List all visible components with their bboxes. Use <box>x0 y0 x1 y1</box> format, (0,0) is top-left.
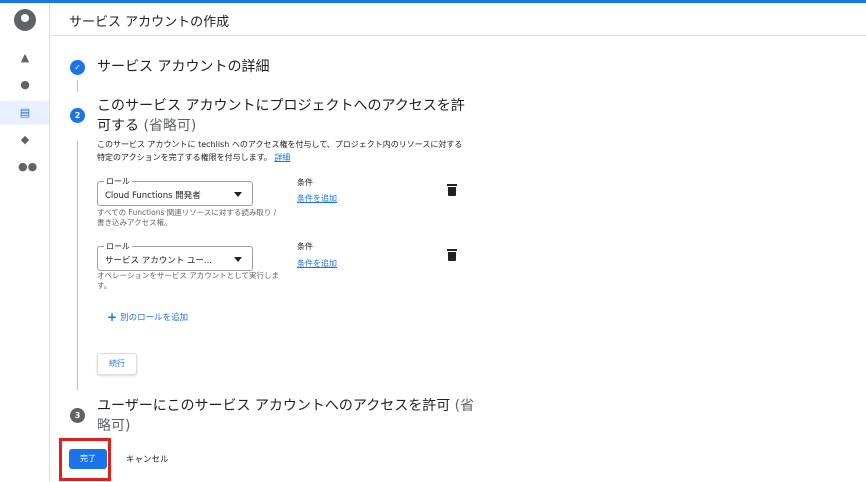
cloud-logo-icon[interactable] <box>14 9 36 31</box>
step-connector <box>77 141 78 390</box>
step-3-number: 3 <box>70 408 85 423</box>
page-title: サービス アカウントの作成 <box>69 15 230 30</box>
condition-label: 条件 <box>297 178 313 187</box>
role-select-2[interactable]: ロール サービス アカウント ユー... <box>97 241 253 271</box>
dropdown-arrow-icon <box>234 257 242 262</box>
details-link[interactable]: 詳細 <box>274 153 290 162</box>
tag-icon[interactable]: ◆ <box>18 133 32 147</box>
role-2-hint: オペレーションをサービス アカウントとして実行します。 <box>97 271 280 290</box>
role-select-label: ロール <box>104 176 132 187</box>
step-2-number: 2 <box>70 108 85 123</box>
cancel-button[interactable]: キャンセル <box>126 453 169 465</box>
step-1-check-icon: ✓ <box>70 60 85 75</box>
plus-icon: + <box>107 310 118 324</box>
role-select-value: Cloud Functions 開発者 <box>105 191 201 201</box>
role-select-label: ロール <box>104 241 132 252</box>
role-select-value: サービス アカウント ユー... <box>105 256 213 266</box>
shapes-icon[interactable]: ▲ <box>18 51 32 65</box>
condition-label: 条件 <box>297 242 313 251</box>
left-nav-rail: ▲ ● ▤ ◆ ●● <box>0 3 50 482</box>
person-icon[interactable]: ● <box>18 78 32 92</box>
continue-button[interactable]: 続行 <box>97 353 137 375</box>
step-connector <box>77 80 78 92</box>
group-icon[interactable]: ●● <box>18 160 37 174</box>
delete-role-1-icon[interactable] <box>447 184 457 196</box>
add-another-role-button[interactable]: + 別のロールを追加 <box>107 311 188 323</box>
service-account-icon[interactable]: ▤ <box>18 106 32 120</box>
step-2-description: このサービス アカウントに techlish へのアクセス権を付与して、プロジェ… <box>97 140 463 162</box>
add-condition-link-1[interactable]: 条件を追加 <box>297 193 337 204</box>
step-1-title[interactable]: サービス アカウントの詳細 <box>97 57 269 77</box>
delete-role-2-icon[interactable] <box>447 249 457 261</box>
step-2-title: このサービス アカウントにプロジェクトへのアクセスを許可する (省略可) <box>97 98 465 134</box>
add-condition-link-2[interactable]: 条件を追加 <box>297 258 337 269</box>
role-select-1[interactable]: ロール Cloud Functions 開発者 <box>97 176 253 206</box>
done-button[interactable]: 完了 <box>69 449 107 469</box>
role-1-hint: すべての Functions 関連リソースに対する読み取り / 書き込みアクセス… <box>97 208 277 227</box>
step-3-title[interactable]: ユーザーにこのサービス アカウントへのアクセスを許可 (省略可) <box>97 396 477 436</box>
add-role-label: 別のロールを追加 <box>120 313 189 323</box>
page-header: サービス アカウントの作成 <box>51 3 866 36</box>
dropdown-arrow-icon <box>234 192 242 197</box>
